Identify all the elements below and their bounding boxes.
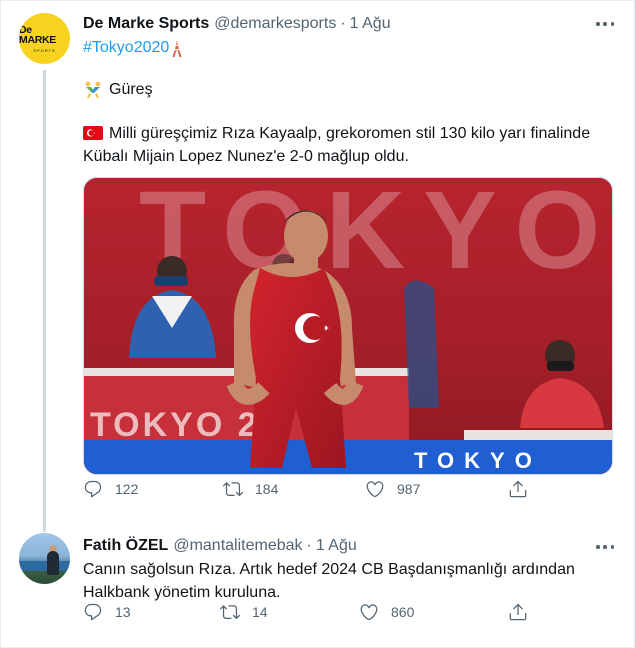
reply-action[interactable]: 122 <box>83 479 138 499</box>
reply-count: 122 <box>115 481 139 497</box>
reply-icon[interactable] <box>83 602 103 622</box>
tweet-date[interactable]: 1 Ağu <box>316 537 357 555</box>
reply-tweet[interactable]: Fatih ÖZEL @mantalitemebak · 1 Ağu Canın… <box>0 525 635 648</box>
tokyo-tower-icon <box>172 39 182 57</box>
avatar[interactable]: De MARKE SPORTS <box>19 13 70 64</box>
sport-line: Güreş <box>83 81 153 99</box>
separator-dot: · <box>340 15 346 32</box>
like-count: 987 <box>397 481 421 497</box>
reply-icon[interactable] <box>83 479 103 499</box>
avatar-logo-subtext: SPORTS <box>33 47 56 53</box>
floor-lettering: TOKYO <box>414 448 542 473</box>
like-action[interactable]: 987 <box>365 479 420 499</box>
retweet-icon[interactable] <box>223 479 243 499</box>
sport-label: Güreş <box>109 81 153 98</box>
separator-dot: · <box>306 537 312 554</box>
more-options-icon[interactable] <box>596 544 614 550</box>
author-name[interactable]: Fatih ÖZEL <box>83 537 168 555</box>
thread-connector-line <box>43 70 46 532</box>
share-icon[interactable] <box>508 479 528 499</box>
heart-icon[interactable] <box>365 479 385 499</box>
avatar[interactable] <box>19 533 70 584</box>
author-handle[interactable]: @mantalitemebak <box>173 537 302 555</box>
reply-count: 13 <box>115 604 131 620</box>
avatar-logo-text: De MARKE <box>19 23 56 46</box>
tweet-header: De Marke Sports @demarkesports · 1 Ağu <box>83 15 391 33</box>
more-options-icon[interactable] <box>596 21 614 27</box>
hashtag-line: #Tokyo2020 <box>83 39 182 57</box>
reply-action[interactable]: 13 <box>83 602 131 622</box>
tweet-media-photo[interactable]: TOKYO TOKYO 20 TOKYO <box>83 177 613 475</box>
heart-icon[interactable] <box>359 602 379 622</box>
author-name[interactable]: De Marke Sports <box>83 15 209 33</box>
retweet-action[interactable]: 14 <box>220 602 268 622</box>
share-action[interactable] <box>508 602 528 622</box>
backdrop-lettering: TOKYO <box>139 178 613 292</box>
tweet[interactable]: De MARKE SPORTS De Marke Sports @demarke… <box>0 0 635 532</box>
tweet-text: Milli güreşçimiz Rıza Kayaalp, grekorome… <box>83 122 618 168</box>
like-action[interactable]: 860 <box>359 602 414 622</box>
tweet-date[interactable]: 1 Ağu <box>350 15 391 33</box>
tweet-text: Canın sağolsun Rıza. Artık hedef 2024 CB… <box>83 561 575 601</box>
wrestler-photo: TOKYO TOKYO 20 TOKYO <box>84 178 613 474</box>
retweet-action[interactable]: 184 <box>223 479 278 499</box>
share-icon[interactable] <box>508 602 528 622</box>
like-count: 860 <box>391 604 415 620</box>
tweet-header: Fatih ÖZEL @mantalitemebak · 1 Ağu <box>83 537 357 555</box>
share-action[interactable] <box>508 479 528 499</box>
hashtag-link[interactable]: #Tokyo2020 <box>83 39 169 57</box>
retweet-count: 184 <box>255 481 279 497</box>
turkey-flag-icon <box>83 126 103 140</box>
wrestling-icon <box>83 81 103 99</box>
author-handle[interactable]: @demarkesports <box>214 15 336 33</box>
retweet-count: 14 <box>252 604 268 620</box>
tweet-text-content: Milli güreşçimiz Rıza Kayaalp, grekorome… <box>83 125 591 165</box>
retweet-icon[interactable] <box>220 602 240 622</box>
